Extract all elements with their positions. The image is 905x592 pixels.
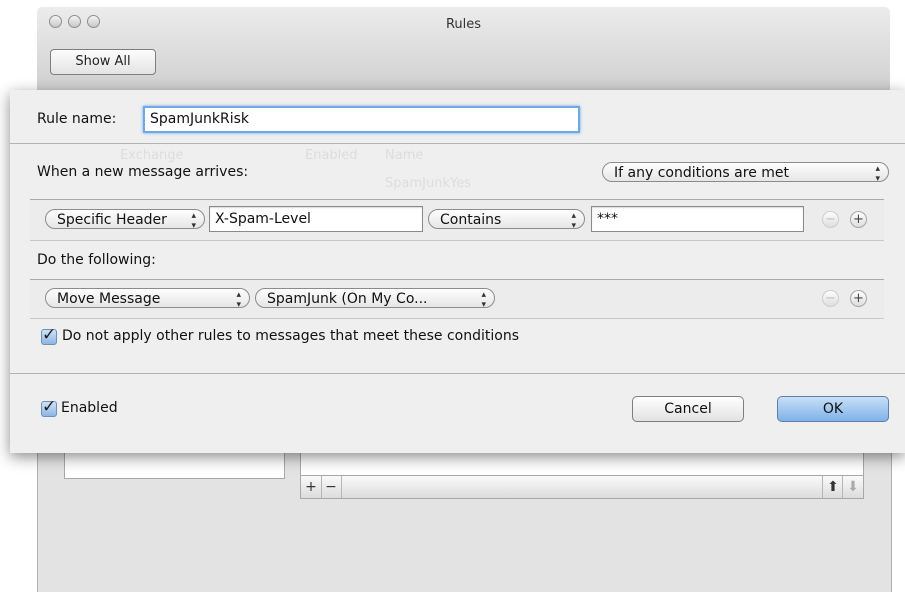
rule-editor-sheet: Exchange Enabled Name SpamJunkYes Rule n… — [10, 90, 905, 453]
condition-match-popup[interactable]: If any conditions are met ▴ ▾ — [602, 162, 889, 184]
remove-action-button[interactable]: − — [822, 290, 839, 307]
stop-rules-checkbox[interactable] — [41, 325, 57, 345]
move-rule-down-button[interactable]: ⬇ — [842, 476, 863, 498]
popup-arrows-icon: ▴ ▾ — [481, 290, 486, 310]
remove-condition-button[interactable]: − — [822, 211, 839, 228]
ok-button[interactable]: OK — [777, 396, 889, 422]
condition-field-popup[interactable]: Specific Header ▴ ▾ — [45, 209, 205, 231]
divider — [10, 143, 905, 144]
when-label: When a new message arrives: — [37, 164, 249, 180]
condition-row: Specific Header ▴ ▾ X-Spam-Level Contains… — [30, 199, 884, 241]
header-name-field[interactable]: X-Spam-Level — [209, 206, 423, 232]
condition-operator-value: Contains — [440, 212, 502, 228]
ghost-account-label: Exchange — [120, 148, 184, 163]
action-type-value: Move Message — [57, 291, 161, 307]
add-rule-button[interactable]: + — [301, 476, 322, 498]
action-target-popup[interactable]: SpamJunk (On My Co... ▴ ▾ — [255, 288, 495, 310]
rules-list-footer: + − ⬆ ⬇ — [300, 475, 864, 499]
condition-match-value: If any conditions are met — [614, 165, 789, 181]
move-rule-up-button[interactable]: ⬆ — [822, 476, 843, 498]
action-target-value: SpamJunk (On My Co... — [267, 291, 428, 307]
condition-field-value: Specific Header — [57, 212, 167, 228]
rule-name-field[interactable]: SpamJunkRisk — [143, 106, 580, 133]
add-action-button[interactable]: + — [850, 290, 867, 307]
ghost-rule-name: SpamJunkYes — [385, 176, 471, 191]
ghost-enabled-header: Enabled — [305, 148, 358, 163]
window-title: Rules — [445, 17, 482, 32]
condition-operator-popup[interactable]: Contains ▴ ▾ — [428, 209, 585, 231]
action-row: Move Message ▴ ▾ SpamJunk (On My Co... ▴ ▾… — [30, 279, 884, 319]
popup-arrows-icon: ▴ ▾ — [236, 290, 241, 310]
popup-arrows-icon: ▴ ▾ — [191, 211, 196, 231]
divider — [10, 373, 905, 374]
rule-name-label: Rule name: — [37, 111, 117, 127]
show-all-button[interactable]: Show All — [50, 49, 156, 75]
ghost-name-header: Name — [385, 148, 424, 163]
popup-arrows-icon: ▴ ▾ — [571, 211, 576, 231]
add-condition-button[interactable]: + — [850, 211, 867, 228]
cancel-button[interactable]: Cancel — [632, 396, 744, 422]
condition-value-field[interactable]: *** — [591, 206, 804, 232]
popup-arrows-icon: ▴ ▾ — [875, 164, 880, 184]
do-following-label: Do the following: — [37, 252, 156, 268]
toolbar: Rules Show All — [37, 7, 890, 94]
stop-rules-label: Do not apply other rules to messages tha… — [62, 328, 519, 344]
enabled-label: Enabled — [61, 400, 118, 416]
action-type-popup[interactable]: Move Message ▴ ▾ — [45, 288, 250, 310]
enabled-checkbox[interactable] — [41, 397, 57, 417]
remove-rule-button[interactable]: − — [321, 476, 342, 498]
